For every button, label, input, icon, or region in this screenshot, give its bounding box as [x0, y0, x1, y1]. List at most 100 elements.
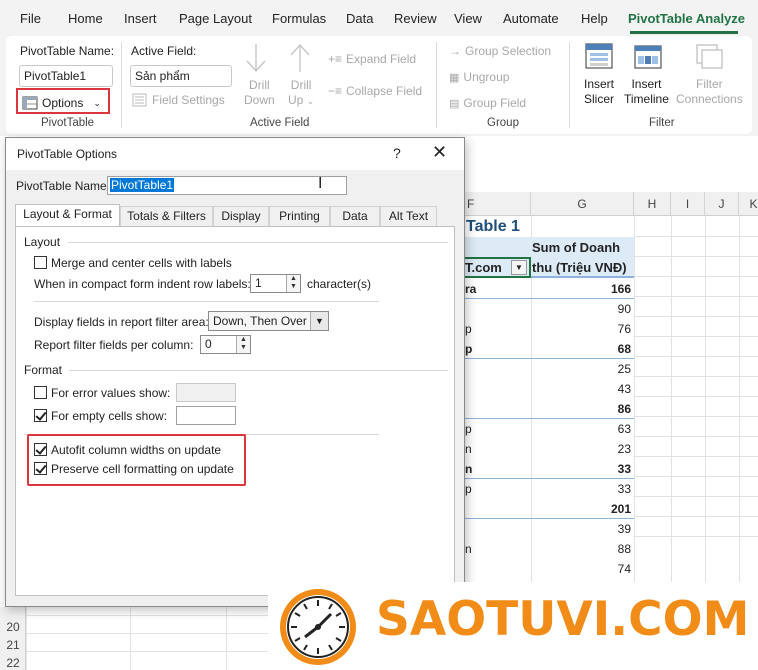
- empty-cells-input[interactable]: [176, 406, 236, 425]
- pivot-row-value[interactable]: 33: [531, 462, 631, 476]
- pivot-row-value[interactable]: 39: [531, 522, 631, 536]
- row-number[interactable]: 20: [0, 620, 26, 634]
- pivot-row-value[interactable]: 86: [531, 402, 631, 416]
- filter-connections-button[interactable]: Filter Connections: [676, 77, 743, 107]
- grid-line: [634, 376, 758, 377]
- grid-line: [634, 296, 758, 297]
- grid-line: [634, 336, 758, 337]
- menu-review[interactable]: Review: [394, 11, 437, 26]
- pivot-row-value[interactable]: 88: [531, 542, 631, 556]
- expand-field-button[interactable]: +≡ Expand Field: [328, 52, 416, 66]
- menu-pivottable-analyze[interactable]: PivotTable Analyze: [628, 11, 745, 26]
- menu-insert[interactable]: Insert: [124, 11, 157, 26]
- menu-page-layout[interactable]: Page Layout: [179, 11, 252, 26]
- tab-alt-text[interactable]: Alt Text: [380, 206, 437, 226]
- column-header-h[interactable]: H: [634, 192, 671, 216]
- tab-data[interactable]: Data: [330, 206, 380, 226]
- active-field-input[interactable]: Sản phẩm: [130, 65, 232, 87]
- pivot-row-label[interactable]: p: [465, 322, 472, 336]
- indent-stepper[interactable]: 1 ▲ ▼: [250, 274, 301, 293]
- dialog-titlebar[interactable]: PivotTable Options ? ✕: [6, 138, 464, 170]
- chevron-down-icon[interactable]: ▼: [310, 312, 328, 330]
- pivot-row-label[interactable]: ra: [465, 282, 476, 296]
- insert-slicer-button[interactable]: Insert Slicer: [584, 77, 614, 107]
- ungroup-label: Ungroup: [463, 70, 510, 84]
- group-selection-button[interactable]: → Group Selection: [449, 44, 551, 58]
- pivot-row-label[interactable]: p: [465, 422, 472, 436]
- insert-slicer-label-1: Insert: [584, 77, 615, 91]
- watermark-logo: SAOTUVI.COM: [268, 582, 758, 670]
- group-label-pivottable: PivotTable: [41, 117, 95, 129]
- merge-center-checkbox[interactable]: [34, 256, 47, 269]
- display-fields-select[interactable]: Down, Then Over ▼: [208, 311, 329, 331]
- column-header-j[interactable]: J: [705, 192, 739, 216]
- column-header-k[interactable]: K: [739, 192, 758, 216]
- menu-help[interactable]: Help: [581, 11, 608, 26]
- tab-display[interactable]: Display: [213, 206, 269, 226]
- pivot-row-value[interactable]: 23: [531, 442, 631, 456]
- tab-totals-filters[interactable]: Totals & Filters: [120, 206, 213, 226]
- grid-line: [634, 516, 758, 517]
- menu-home[interactable]: Home: [68, 11, 103, 26]
- ungroup-button[interactable]: ▦ Ungroup: [449, 70, 509, 84]
- row-number[interactable]: 21: [0, 638, 26, 652]
- pivot-row-label[interactable]: n: [465, 462, 472, 476]
- pivot-row-value[interactable]: 68: [531, 342, 631, 356]
- error-values-checkbox[interactable]: [34, 386, 47, 399]
- pivot-row-value[interactable]: 25: [531, 362, 631, 376]
- help-button[interactable]: ?: [393, 145, 401, 161]
- pivot-row-label[interactable]: p: [465, 482, 472, 496]
- drill-up-button[interactable]: Drill Up ⌄: [288, 78, 314, 109]
- pivot-row-value[interactable]: 63: [531, 422, 631, 436]
- menu-data[interactable]: Data: [346, 11, 373, 26]
- pivot-row-value[interactable]: 76: [531, 322, 631, 336]
- tab-layout-format[interactable]: Layout & Format: [15, 204, 120, 227]
- row-number[interactable]: 22: [0, 656, 26, 670]
- pivottable-name-input[interactable]: PivotTable1: [19, 65, 113, 87]
- group-field-button[interactable]: ▤ Group Field: [449, 96, 526, 110]
- collapse-field-button[interactable]: −≡ Collapse Field: [328, 84, 422, 98]
- pivot-row-value[interactable]: 166: [531, 282, 631, 296]
- empty-cells-checkbox[interactable]: [34, 409, 47, 422]
- layout-heading: Layout: [24, 235, 61, 249]
- pivottable-name-field[interactable]: PivotTable1 I: [107, 175, 347, 195]
- pivot-row-value[interactable]: 90: [531, 302, 631, 316]
- spinner-arrows-icon[interactable]: ▲ ▼: [286, 275, 300, 292]
- pivot-row-label[interactable]: n: [465, 542, 472, 556]
- grid-line: [26, 633, 268, 634]
- close-button[interactable]: ✕: [432, 142, 447, 163]
- menu-formulas[interactable]: Formulas: [272, 11, 326, 26]
- report-filter-stepper[interactable]: 0 ▲ ▼: [200, 335, 251, 354]
- pivot-row-value[interactable]: 201: [531, 502, 631, 516]
- field-settings-icon: [132, 93, 147, 107]
- pivot-row-label[interactable]: p: [465, 342, 472, 356]
- options-button[interactable]: Options ⌄: [16, 88, 110, 114]
- drill-down-button[interactable]: Drill Down: [244, 78, 275, 108]
- divider: [68, 242, 448, 243]
- grid-line: [705, 216, 706, 582]
- pivot-row-value[interactable]: 33: [531, 482, 631, 496]
- tab-printing[interactable]: Printing: [269, 206, 330, 226]
- pivot-row-label[interactable]: n: [465, 442, 472, 456]
- grid-line: [671, 216, 672, 582]
- group-selection-label: Group Selection: [465, 44, 552, 58]
- pivot-row-value[interactable]: 43: [531, 382, 631, 396]
- error-values-input[interactable]: [176, 383, 236, 402]
- drill-down-icon: [246, 44, 266, 73]
- group-label-filter: Filter: [649, 117, 675, 129]
- column-header-f[interactable]: F: [463, 192, 531, 216]
- column-header-g[interactable]: G: [531, 192, 634, 216]
- menu-view[interactable]: View: [454, 11, 482, 26]
- group-label-active-field: Active Field: [250, 117, 310, 129]
- subtotal-divider: [463, 518, 634, 519]
- insert-timeline-button[interactable]: Insert Timeline: [624, 77, 669, 107]
- filter-connections-icon: [696, 44, 723, 69]
- field-settings-button[interactable]: Field Settings: [132, 93, 225, 107]
- format-heading: Format: [24, 363, 63, 377]
- grid-line: [634, 356, 758, 357]
- menu-automate[interactable]: Automate: [503, 11, 559, 26]
- menu-file[interactable]: File: [20, 11, 41, 26]
- column-header-i[interactable]: I: [671, 192, 705, 216]
- spinner-arrows-icon[interactable]: ▲ ▼: [236, 336, 250, 353]
- pivot-row-value[interactable]: 74: [531, 562, 631, 576]
